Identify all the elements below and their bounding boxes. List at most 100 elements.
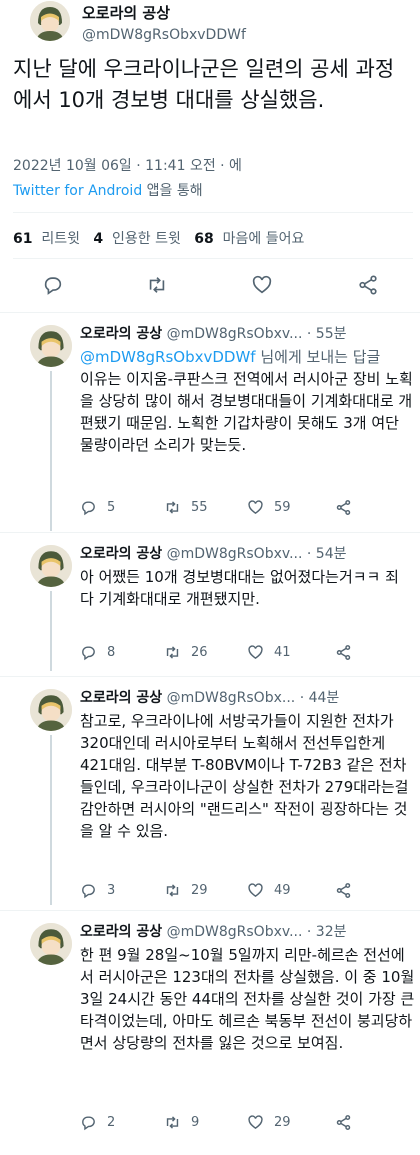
share-icon — [336, 500, 351, 515]
source-suffix: 앱을 통해 — [142, 183, 203, 199]
retweet-label[interactable]: 리트윗 — [41, 231, 80, 247]
reply-text: 한 편 9월 28일~10월 5일까지 리만-헤르손 전선에서 러시아군은 12… — [80, 946, 415, 1052]
share-icon — [336, 883, 351, 898]
avatar[interactable] — [30, 689, 72, 731]
avatar[interactable] — [30, 923, 72, 965]
reply-count: 3 — [107, 883, 116, 898]
author-handle[interactable]: @mDW8gRsObxv... — [167, 546, 303, 562]
retweet-count[interactable]: 61 — [13, 231, 32, 247]
like-button[interactable]: 49 — [247, 882, 291, 899]
divider — [13, 258, 413, 259]
retweet-icon — [166, 646, 179, 659]
reply-button[interactable]: 5 — [80, 499, 115, 516]
tweet-timestamp[interactable]: 2022년 10월 06일 · 11:41 오전 · 에 — [13, 155, 242, 175]
author-name[interactable]: 오로라의 공상 — [80, 546, 162, 562]
retweet-button[interactable]: 29 — [164, 882, 208, 899]
share-button[interactable] — [335, 499, 352, 516]
like-icon — [248, 1115, 263, 1130]
like-button[interactable]: 41 — [247, 644, 291, 661]
avatar-icon — [30, 689, 72, 731]
reply-body: @mDW8gRsObxvDDWf 님에게 보내는 답글 이유는 이지움-쿠판스크… — [80, 346, 415, 456]
author-handle[interactable]: @mDW8gRsObxv... — [167, 326, 303, 342]
main-tweet: 오로라의 공상 @mDW8gRsObxvDDWf 지난 달에 우크라이나군은 일… — [0, 0, 420, 314]
retweet-button[interactable]: 9 — [164, 1114, 199, 1131]
retweet-icon — [166, 1116, 179, 1129]
share-button[interactable] — [335, 882, 352, 899]
reply-button[interactable]: 8 — [80, 644, 115, 661]
quote-count[interactable]: 4 — [93, 231, 103, 247]
source-app-link[interactable]: Twitter for Android — [13, 183, 142, 199]
reply-button[interactable]: 3 — [80, 882, 115, 899]
avatar[interactable] — [30, 1, 70, 41]
mention-link[interactable]: @mDW8gRsObxvDDWf — [80, 348, 256, 366]
tweet-stats: 61 리트윗 4 인용한 트윗 68 마음에 들어요 — [13, 228, 304, 248]
reply-count: 8 — [107, 645, 116, 660]
like-icon[interactable] — [251, 274, 273, 300]
author-handle[interactable]: @mDW8gRsObx... — [167, 690, 296, 706]
retweet-button[interactable]: 26 — [164, 644, 208, 661]
divider — [13, 212, 413, 213]
reply-text: 참고로, 우크라이나에 서방국가들이 지원한 전차가 320대인데 러시아로부터… — [80, 712, 409, 840]
author-name[interactable]: 오로라의 공상 — [80, 924, 162, 940]
reply-header: 오로라의 공상 @mDW8gRsObxv... · 54분 — [80, 546, 347, 562]
retweet-count: 55 — [191, 500, 208, 515]
share-icon[interactable] — [357, 274, 379, 300]
retweet-count: 26 — [191, 645, 208, 660]
tweet-source: Twitter for Android 앱을 통해 — [13, 180, 203, 200]
like-icon — [248, 500, 263, 515]
tweet-actions — [0, 270, 420, 300]
quote-label[interactable]: 인용한 트윗 — [112, 231, 181, 247]
like-count: 59 — [274, 500, 291, 515]
avatar[interactable] — [30, 325, 72, 367]
author-handle[interactable]: @mDW8gRsObxv... — [167, 924, 303, 940]
author-name[interactable]: 오로라의 공상 — [80, 326, 162, 342]
reply-icon — [82, 1116, 95, 1131]
reply-time[interactable]: 44분 — [309, 690, 340, 706]
reply-time[interactable]: 55분 — [316, 326, 347, 342]
reply-icon — [82, 501, 95, 516]
reply-actions: 8 26 41 — [80, 644, 380, 664]
thread-line — [50, 371, 52, 531]
reply-button[interactable]: 2 — [80, 1114, 115, 1131]
reply-time[interactable]: 54분 — [316, 546, 347, 562]
like-icon — [248, 883, 263, 898]
tweet-text: 지난 달에 우크라이나군은 일련의 공세 과정에서 10개 경보병 대대를 상실… — [13, 57, 395, 112]
like-count[interactable]: 68 — [194, 231, 213, 247]
reply-body: 한 편 9월 28일~10월 5일까지 리만-헤르손 전선에서 러시아군은 12… — [80, 944, 415, 1054]
reply-actions: 2 9 29 — [80, 1114, 380, 1134]
retweet-count: 29 — [191, 883, 208, 898]
like-button[interactable]: 29 — [247, 1114, 291, 1131]
like-label[interactable]: 마음에 들어요 — [223, 231, 305, 247]
reply-icon — [82, 884, 95, 899]
reply-header: 오로라의 공상 @mDW8gRsObxv... · 55분 — [80, 326, 347, 342]
author-handle[interactable]: @mDW8gRsObxvDDWf — [82, 27, 246, 43]
avatar-icon — [30, 923, 72, 965]
retweet-icon[interactable] — [146, 274, 168, 300]
reply-icon[interactable] — [42, 274, 64, 300]
author-name[interactable]: 오로라의 공상 — [82, 2, 170, 23]
reply-actions: 3 29 49 — [80, 882, 380, 902]
replying-suffix: 님에게 보내는 답글 — [255, 348, 381, 366]
reply-header: 오로라의 공상 @mDW8gRsObxv... · 32분 — [80, 924, 347, 940]
like-count: 41 — [274, 645, 291, 660]
thread-line — [50, 591, 52, 671]
share-button[interactable] — [335, 1114, 352, 1131]
reply-tweet[interactable]: 오로라의 공상 @mDW8gRsObxv... · 54분 아 어쨌든 10개 … — [0, 533, 420, 677]
retweet-count: 9 — [191, 1115, 200, 1130]
reply-count: 5 — [107, 500, 116, 515]
retweet-icon — [166, 501, 179, 514]
reply-tweet[interactable]: 오로라의 공상 @mDW8gRsObxv... · 55분 @mDW8gRsOb… — [0, 313, 420, 533]
reply-tweet[interactable]: 오로라의 공상 @mDW8gRsObx... · 44분 참고로, 우크라이나에… — [0, 677, 420, 911]
author-name[interactable]: 오로라의 공상 — [80, 690, 162, 706]
share-icon — [336, 1115, 351, 1130]
like-button[interactable]: 59 — [247, 499, 291, 516]
retweet-button[interactable]: 55 — [164, 499, 208, 516]
avatar[interactable] — [30, 545, 72, 587]
reply-body: 참고로, 우크라이나에 서방국가들이 지원한 전차가 320대인데 러시아로부터… — [80, 710, 415, 842]
share-button[interactable] — [335, 644, 352, 661]
reply-tweet[interactable]: 오로라의 공상 @mDW8gRsObxv... · 32분 한 편 9월 28일… — [0, 911, 420, 1155]
like-count: 49 — [274, 883, 291, 898]
avatar-icon — [30, 545, 72, 587]
like-count: 29 — [274, 1115, 291, 1130]
reply-time[interactable]: 32분 — [316, 924, 347, 940]
